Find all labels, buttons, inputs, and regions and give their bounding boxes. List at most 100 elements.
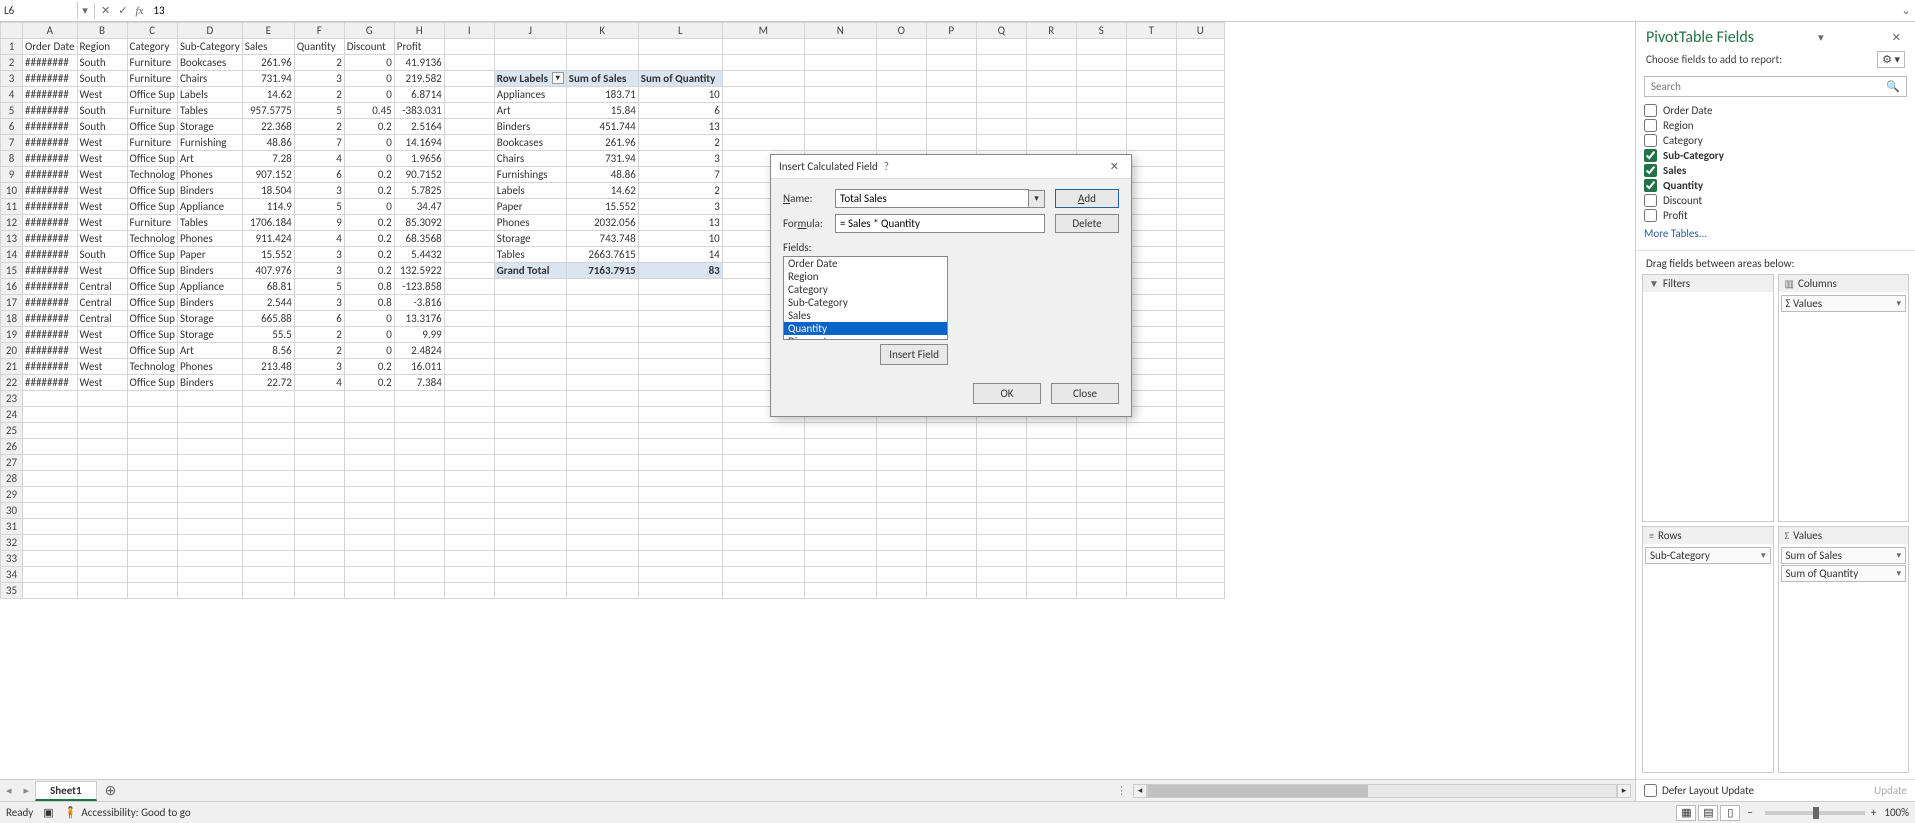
cell[interactable]: Office Sup — [127, 375, 177, 391]
field-checkbox[interactable] — [1644, 179, 1657, 192]
row-header[interactable]: 1 — [1, 39, 23, 55]
row-header[interactable]: 32 — [1, 535, 23, 551]
cell[interactable] — [926, 471, 976, 487]
cell[interactable]: 13 — [638, 119, 722, 135]
cell[interactable]: Grand Total — [494, 263, 566, 279]
cell[interactable]: 2 — [294, 87, 344, 103]
cell[interactable] — [77, 519, 127, 535]
cell[interactable] — [1176, 567, 1224, 583]
cell[interactable] — [638, 487, 722, 503]
cell[interactable] — [1126, 119, 1176, 135]
cell[interactable] — [1176, 39, 1224, 55]
cell[interactable]: 213.48 — [242, 359, 294, 375]
cell[interactable]: 7.28 — [242, 151, 294, 167]
cell[interactable]: Technolog — [127, 359, 177, 375]
cell[interactable] — [1126, 327, 1176, 343]
cell[interactable] — [722, 567, 804, 583]
zoom-in-icon[interactable]: + — [1871, 806, 1876, 819]
cell[interactable] — [394, 487, 444, 503]
cell[interactable]: Region — [77, 39, 127, 55]
cell[interactable] — [242, 455, 294, 471]
cell[interactable] — [1026, 471, 1076, 487]
cell[interactable] — [638, 375, 722, 391]
help-icon[interactable]: ? — [878, 160, 895, 173]
cell[interactable] — [77, 471, 127, 487]
cell[interactable] — [1176, 519, 1224, 535]
cell[interactable]: 1.9656 — [394, 151, 444, 167]
cell[interactable] — [77, 567, 127, 583]
cell[interactable] — [494, 359, 566, 375]
cell[interactable] — [876, 135, 926, 151]
cell[interactable]: Central — [77, 311, 127, 327]
cell[interactable] — [638, 343, 722, 359]
cell[interactable] — [127, 519, 177, 535]
cell[interactable] — [494, 343, 566, 359]
cell[interactable]: 8.56 — [242, 343, 294, 359]
cell[interactable] — [1076, 423, 1126, 439]
enter-formula-icon[interactable]: ✓ — [114, 2, 131, 19]
cell[interactable]: 48.86 — [242, 135, 294, 151]
cell[interactable] — [494, 39, 566, 55]
cell[interactable] — [444, 359, 494, 375]
cell[interactable] — [976, 503, 1026, 519]
cell[interactable] — [444, 375, 494, 391]
cell[interactable] — [926, 535, 976, 551]
cell[interactable]: 0.2 — [344, 359, 394, 375]
row-header[interactable]: 24 — [1, 407, 23, 423]
cell[interactable] — [177, 471, 242, 487]
cell[interactable]: ######## — [23, 279, 78, 295]
cell[interactable]: 7 — [638, 167, 722, 183]
cell[interactable] — [1176, 583, 1224, 599]
cell[interactable] — [876, 471, 926, 487]
cell[interactable] — [177, 583, 242, 599]
cell[interactable]: 16.011 — [394, 359, 444, 375]
cell[interactable] — [638, 567, 722, 583]
field-checkbox-row[interactable]: Profit — [1644, 208, 1907, 223]
cell[interactable]: Tables — [177, 103, 242, 119]
cell[interactable]: ######## — [23, 199, 78, 215]
cell[interactable] — [1176, 87, 1224, 103]
cell[interactable] — [77, 551, 127, 567]
cell[interactable] — [876, 503, 926, 519]
cell[interactable] — [566, 439, 638, 455]
cell[interactable] — [804, 439, 876, 455]
cell[interactable] — [394, 391, 444, 407]
cell[interactable]: 0 — [344, 151, 394, 167]
cell[interactable] — [444, 343, 494, 359]
cell[interactable]: ######## — [23, 151, 78, 167]
row-header[interactable]: 5 — [1, 103, 23, 119]
cell[interactable]: 261.96 — [566, 135, 638, 151]
cell[interactable]: Furniture — [127, 215, 177, 231]
row-header[interactable]: 30 — [1, 503, 23, 519]
cell[interactable]: 14.62 — [566, 183, 638, 199]
row-header[interactable]: 8 — [1, 151, 23, 167]
cell[interactable]: Central — [77, 295, 127, 311]
cell[interactable]: Labels — [494, 183, 566, 199]
cell[interactable]: Row Labels▾ — [494, 71, 566, 87]
cell[interactable]: Art — [494, 103, 566, 119]
cell[interactable]: 2 — [294, 55, 344, 71]
cell[interactable] — [444, 487, 494, 503]
cell[interactable] — [1026, 503, 1076, 519]
cell[interactable] — [444, 423, 494, 439]
cell[interactable] — [1076, 503, 1126, 519]
cell[interactable]: Phones — [177, 167, 242, 183]
field-checkbox-row[interactable]: Category — [1644, 133, 1907, 148]
field-checkbox[interactable] — [1644, 149, 1657, 162]
cell[interactable] — [294, 487, 344, 503]
cell[interactable] — [177, 487, 242, 503]
cell[interactable] — [566, 519, 638, 535]
cell[interactable] — [127, 455, 177, 471]
tab-nav-prev-icon[interactable]: ◂ — [0, 784, 18, 797]
col-header[interactable]: Q — [976, 23, 1026, 39]
row-header[interactable]: 15 — [1, 263, 23, 279]
cell[interactable] — [1076, 135, 1126, 151]
cell[interactable] — [804, 535, 876, 551]
cell[interactable]: 3 — [294, 71, 344, 87]
cell[interactable] — [1076, 439, 1126, 455]
cell[interactable] — [1176, 551, 1224, 567]
cell[interactable] — [344, 439, 394, 455]
cell[interactable] — [1126, 231, 1176, 247]
cell[interactable] — [444, 567, 494, 583]
cell[interactable] — [1076, 471, 1126, 487]
